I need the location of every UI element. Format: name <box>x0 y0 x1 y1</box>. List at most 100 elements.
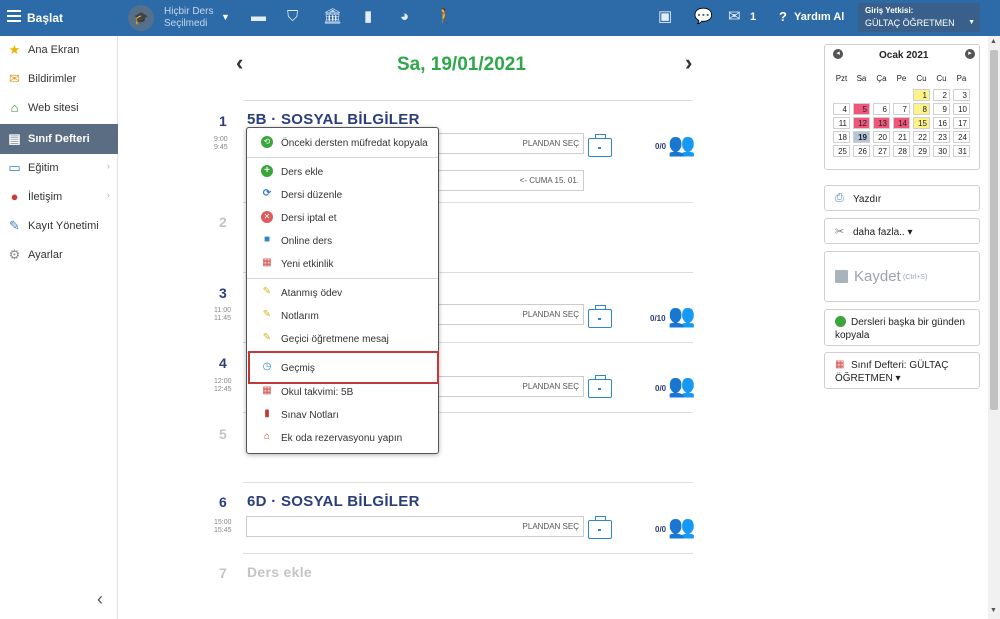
calendar-day[interactable]: 7 <box>893 103 910 115</box>
calendar-day[interactable]: 30 <box>933 145 950 157</box>
prev-month-button[interactable]: ◂ <box>833 49 843 59</box>
lesson-time-start: 15:00 <box>214 519 232 526</box>
screen-share-icon[interactable]: ▣ <box>658 8 672 26</box>
briefcase-icon[interactable] <box>588 305 612 328</box>
next-day-button[interactable]: › <box>685 50 692 76</box>
plan-select-label[interactable]: PLANDAN SEÇ <box>523 310 579 319</box>
calendar-day[interactable]: 24 <box>953 131 970 143</box>
calendar-day[interactable]: 10 <box>953 103 970 115</box>
calendar-day[interactable]: 18 <box>833 131 850 143</box>
menu-item-online-lesson[interactable]: ■ Online ders <box>247 231 438 251</box>
calendar-day[interactable]: 15 <box>913 117 930 129</box>
plan-select-label[interactable]: PLANDAN SEÇ <box>523 139 579 148</box>
collapse-sidebar-button[interactable]: ‹ <box>97 589 103 610</box>
briefcase-icon[interactable]: ▬ <box>251 8 266 26</box>
calendar-day[interactable]: 28 <box>893 145 910 157</box>
sidebar-item-sinif-defteri[interactable]: ▤ Sınıf Defteri <box>0 124 118 154</box>
more-button[interactable]: ✂ daha fazla.. ▾ <box>824 218 980 244</box>
sidebar-item-kayit-yonetimi[interactable]: ✎ Kayıt Yönetimi <box>0 212 118 240</box>
lesson-title[interactable]: 5B · SOSYAL BİLGİLER <box>247 111 420 128</box>
calendar-day[interactable]: 20 <box>873 131 890 143</box>
menu-toggle-button[interactable] <box>7 10 21 24</box>
help-icon[interactable]: ? <box>779 9 787 24</box>
menu-item-assigned-homework[interactable]: ✎ Atanmış ödev <box>247 283 438 303</box>
previous-lesson-field[interactable]: <- CUMA 15. 01. <box>426 170 584 191</box>
menu-item-edit-lesson[interactable]: ⟳ Dersi düzenle <box>247 185 438 205</box>
plan-select-label[interactable]: PLANDAN SEÇ <box>523 522 579 531</box>
scrollbar-thumb[interactable] <box>990 50 998 410</box>
next-month-button[interactable]: ▸ <box>965 49 975 59</box>
sidebar-item-bildirimler[interactable]: ✉ Bildirimler <box>0 65 118 93</box>
lesson-title[interactable]: 6D · SOSYAL BİLGİLER <box>247 493 420 510</box>
scrollbar[interactable]: ▲ ▼ <box>988 36 1000 619</box>
calendar-day[interactable]: 2 <box>933 89 950 101</box>
briefcase-icon[interactable] <box>588 134 612 157</box>
calendar-day[interactable]: 29 <box>913 145 930 157</box>
plan-field[interactable]: PLANDAN SEÇ <box>246 516 584 537</box>
briefcase-icon[interactable] <box>588 375 612 398</box>
sidebar-item-egitim[interactable]: ▭ Eğitim › <box>0 154 118 182</box>
calendar-day[interactable]: 31 <box>953 145 970 157</box>
calendar-day[interactable]: 4 <box>833 103 850 115</box>
calendar-day[interactable]: 8 <box>913 103 930 115</box>
menu-item-new-event[interactable]: ▦ Yeni etkinlik <box>247 254 438 274</box>
menu-item-room-reservation[interactable]: ⌂ Ek oda rezervasyonu yapın <box>247 428 438 448</box>
sidebar-item-ana-ekran[interactable]: ★ Ana Ekran <box>0 36 118 64</box>
sidebar-item-web-sitesi[interactable]: ⌂ Web sitesi <box>0 94 118 122</box>
sidebar-item-iletisim[interactable]: ● İletişim › <box>0 183 118 211</box>
sidebar-item-ayarlar[interactable]: ⚙ Ayarlar <box>0 241 118 269</box>
calendar-day[interactable]: 22 <box>913 131 930 143</box>
calendar-day[interactable]: 27 <box>873 145 890 157</box>
calendar-day[interactable]: 11 <box>833 117 850 129</box>
briefcase-icon[interactable] <box>588 516 612 539</box>
institution-icon[interactable]: 🏛 <box>323 8 342 26</box>
menu-item-substitute-message[interactable]: ✎ Geçici öğretmene mesaj <box>247 329 438 349</box>
students-icon[interactable]: 👥 <box>668 375 695 397</box>
students-icon[interactable]: 👥 <box>668 516 695 538</box>
calendar-day[interactable]: 5 <box>853 103 870 115</box>
copy-day-line2: kopyala <box>835 330 870 341</box>
menu-item-copy-curriculum[interactable]: ⟲ Önceki dersten müfredat kopyala <box>247 133 438 153</box>
auth-selector[interactable]: Giriş Yetkisi: GÜLTAÇ ÖĞRETMEN ▼ <box>858 3 980 32</box>
menu-item-school-calendar[interactable]: ▦ Okul takvimi: 5B <box>247 382 438 402</box>
save-button[interactable]: Kaydet (Ctrl+S) <box>824 251 980 302</box>
walking-people-icon[interactable]: 🚶 <box>435 8 454 26</box>
help-link[interactable]: Yardım Al <box>794 11 844 23</box>
students-icon[interactable]: 👥 <box>668 305 695 327</box>
copy-from-day-button[interactable]: Dersleri başka bir günden kopyala <box>824 309 980 346</box>
scroll-down-icon[interactable]: ▼ <box>990 607 997 614</box>
menu-item-label: Online ders <box>281 236 333 247</box>
course-selector[interactable]: 🎓 Hiçbir Ders Seçilmedi ▼ <box>128 5 238 31</box>
students-icon[interactable]: 👥 <box>668 134 695 156</box>
add-lesson-link[interactable]: Ders ekle <box>247 564 312 580</box>
prev-day-button[interactable]: ‹ <box>236 50 243 76</box>
calendar-day[interactable]: 21 <box>893 131 910 143</box>
mail-icon[interactable]: ✉ <box>728 8 741 26</box>
calendar-day[interactable]: 14 <box>893 117 910 129</box>
plan-select-label[interactable]: PLANDAN SEÇ <box>523 382 579 391</box>
calendar-day[interactable]: 26 <box>853 145 870 157</box>
calendar-day[interactable]: 3 <box>953 89 970 101</box>
print-button[interactable]: ⎙ Yazdır <box>824 185 980 211</box>
menu-item-exam-grades[interactable]: ▮ Sınav Notları <box>247 405 438 425</box>
palette-icon[interactable]: ◕ <box>400 8 409 26</box>
calendar-day[interactable]: 19 <box>853 131 870 143</box>
bar-chart-icon[interactable]: ▮ <box>364 8 372 26</box>
brand-label[interactable]: Başlat <box>27 11 63 25</box>
calendar-day[interactable]: 12 <box>853 117 870 129</box>
calendar-day[interactable]: 1 <box>913 89 930 101</box>
menu-item-add-lesson[interactable]: + Ders ekle <box>247 162 438 182</box>
shield-icon[interactable]: ⛉ <box>287 8 298 26</box>
scroll-up-icon[interactable]: ▲ <box>990 38 997 45</box>
calendar-day[interactable]: 6 <box>873 103 890 115</box>
calendar-day[interactable]: 16 <box>933 117 950 129</box>
calendar-day[interactable]: 9 <box>933 103 950 115</box>
calendar-day[interactable]: 17 <box>953 117 970 129</box>
menu-item-my-notes[interactable]: ✎ Notlarım <box>247 306 438 326</box>
menu-item-cancel-lesson[interactable]: ✕ Dersi iptal et <box>247 208 438 228</box>
calendar-day[interactable]: 13 <box>873 117 890 129</box>
calendar-day[interactable]: 23 <box>933 131 950 143</box>
notebook-owner-button[interactable]: ▦ Sınıf Defteri: GÜLTAÇ ÖĞRETMEN ▾ <box>824 352 980 389</box>
chat-bubble-icon[interactable]: 💬 <box>694 8 713 26</box>
calendar-day[interactable]: 25 <box>833 145 850 157</box>
